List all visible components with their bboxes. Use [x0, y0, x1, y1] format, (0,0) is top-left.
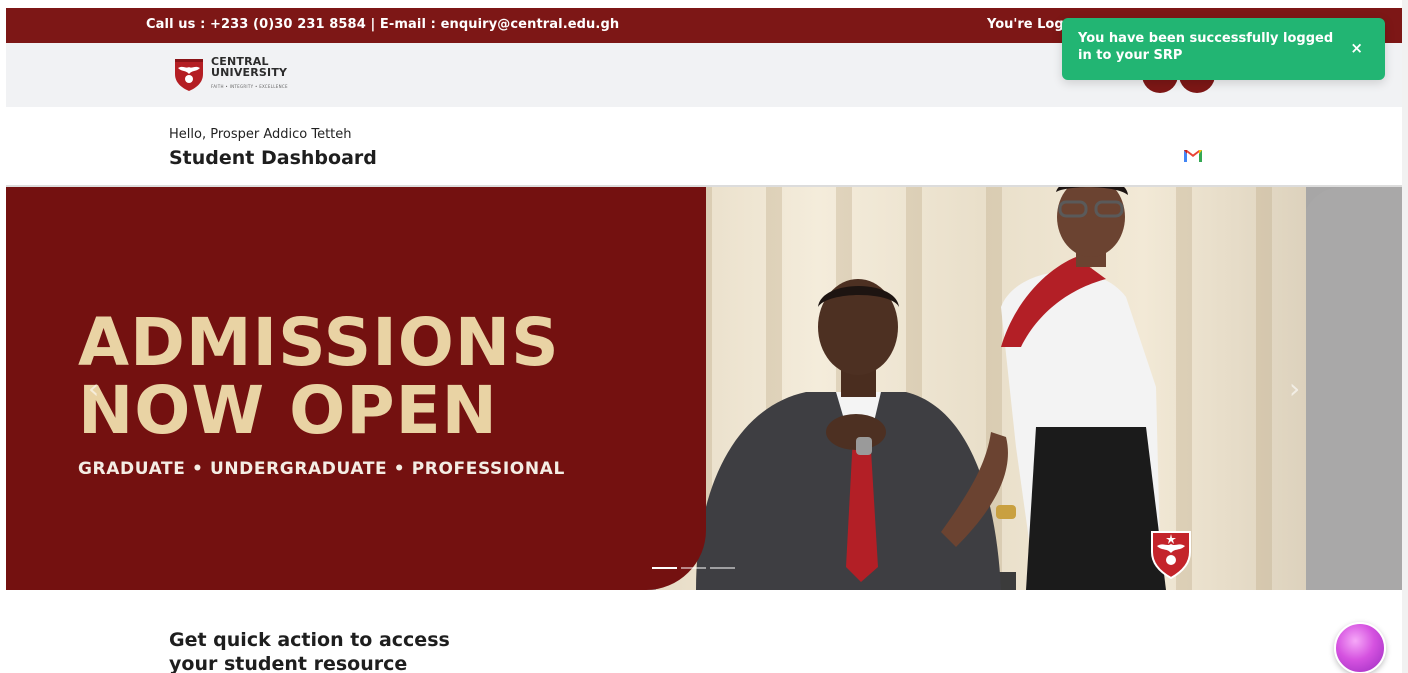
carousel-dot-2[interactable]	[681, 567, 706, 569]
contact-info: Call us : +233 (0)30 231 8584 | E-mail :…	[146, 17, 620, 32]
chevron-left-icon[interactable]: ‹	[88, 372, 99, 405]
toast-message: You have been successfully logged in to …	[1078, 31, 1334, 63]
gmail-icon[interactable]	[1183, 148, 1203, 163]
admissions-carousel[interactable]: ADMISSIONS NOW OPEN GRADUATE • UNDERGRAD…	[6, 187, 1402, 590]
logo-line-university: UNIVERSITY	[211, 66, 288, 79]
chat-orb-icon[interactable]	[1334, 622, 1386, 673]
page-scrollbar[interactable]	[1402, 0, 1408, 673]
headline-line-2: NOW OPEN	[78, 372, 498, 449]
page-title: Student Dashboard	[169, 147, 377, 169]
carousel-indicators	[652, 567, 735, 569]
students-photo	[656, 187, 1166, 590]
quick-action-line-2: your student resource	[169, 653, 408, 673]
chevron-right-icon[interactable]: ›	[1289, 372, 1300, 405]
shield-logo-icon	[175, 59, 203, 91]
banner-photo	[656, 187, 1306, 590]
university-logo[interactable]: CENTRAL UNIVERSITY FAITH • INTEGRITY • E…	[172, 56, 288, 92]
banner-subline: GRADUATE • UNDERGRADUATE • PROFESSIONAL	[78, 459, 565, 479]
banner-headline: ADMISSIONS NOW OPEN	[78, 309, 560, 445]
university-crest-icon	[1151, 531, 1191, 580]
next-slide-preview	[1302, 187, 1402, 590]
quick-action-line-1: Get quick action to access	[169, 629, 450, 651]
carousel-dot-3[interactable]	[710, 567, 735, 569]
greeting-text: Hello, Prosper Addico Tetteh	[169, 127, 352, 142]
quick-action-heading: Get quick action to access your student …	[169, 628, 450, 673]
carousel-dot-1[interactable]	[652, 567, 677, 569]
student-dashboard-page: Call us : +233 (0)30 231 8584 | E-mail :…	[0, 0, 1408, 673]
logo-wordmark: CENTRAL UNIVERSITY FAITH • INTEGRITY • E…	[211, 56, 288, 92]
logo-tagline: FAITH • INTEGRITY • EXCELLENCE	[211, 84, 288, 89]
login-success-toast: You have been successfully logged in to …	[1062, 18, 1385, 80]
headline-line-1: ADMISSIONS	[78, 304, 560, 381]
toast-close-button[interactable]: ×	[1350, 39, 1363, 57]
